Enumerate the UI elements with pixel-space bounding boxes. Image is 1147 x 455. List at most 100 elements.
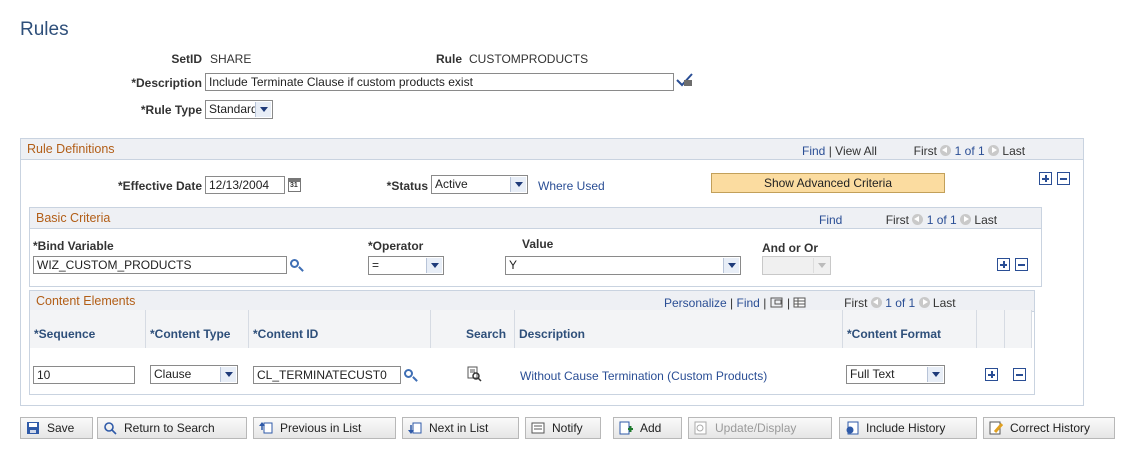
where-used-link[interactable]: Where Used xyxy=(538,179,605,193)
col-search: Search xyxy=(431,310,515,348)
show-advanced-criteria-button[interactable]: Show Advanced Criteria xyxy=(711,173,945,193)
rule-defs-viewall-link[interactable]: View All xyxy=(835,144,877,158)
operator-label: *Operator xyxy=(368,239,424,253)
chevron-down-icon xyxy=(220,367,236,382)
previous-in-list-label: Previous in List xyxy=(280,421,362,435)
correct-history-icon xyxy=(989,421,1003,435)
col-content-format-label: *Content Format xyxy=(847,327,941,341)
col-content-type: *Content Type xyxy=(146,310,249,348)
include-history-button[interactable]: Include History xyxy=(839,417,977,439)
bind-variable-label: *Bind Variable xyxy=(33,239,114,253)
operator-select[interactable]: = xyxy=(368,256,444,275)
correct-history-button[interactable]: Correct History xyxy=(983,417,1115,439)
next-list-icon xyxy=(408,422,422,434)
notify-button[interactable]: Notify xyxy=(525,417,601,439)
basic-nav: Find First 1 of 1 Last xyxy=(819,213,997,227)
rule-defs-count: 1 of 1 xyxy=(954,144,985,158)
lookup-icon[interactable] xyxy=(290,259,299,268)
delete-row-icon[interactable] xyxy=(1015,258,1028,271)
chevron-down-icon xyxy=(510,177,526,192)
content-type-value: Clause xyxy=(154,367,192,381)
content-find-link[interactable]: Find xyxy=(737,296,760,310)
content-last: Last xyxy=(932,296,956,310)
ruletype-select[interactable]: Standard xyxy=(205,100,273,119)
status-value: Active xyxy=(435,177,468,191)
notify-icon xyxy=(531,422,545,434)
status-select[interactable]: Active xyxy=(431,175,528,194)
correct-history-label: Correct History xyxy=(1010,421,1091,435)
effective-date-input[interactable] xyxy=(205,176,285,194)
page-title: Rules xyxy=(20,19,69,40)
nav-separator: | xyxy=(828,144,832,158)
save-button[interactable]: Save xyxy=(20,417,93,439)
col-add xyxy=(977,310,1005,348)
content-count: 1 of 1 xyxy=(885,296,916,310)
update-display-label: Update/Display xyxy=(715,421,797,435)
value-select[interactable]: Y xyxy=(505,256,741,275)
content-id-input[interactable] xyxy=(253,366,401,384)
rule-defs-last: Last xyxy=(1002,144,1026,158)
save-label: Save xyxy=(47,421,75,435)
content-description-link[interactable]: Without Cause Termination (Custom Produc… xyxy=(520,369,767,383)
description-input[interactable] xyxy=(205,73,674,91)
chevron-down-icon xyxy=(255,102,271,117)
grid-view-icon[interactable] xyxy=(793,297,807,309)
prev-icon[interactable] xyxy=(870,297,882,308)
search-document-icon[interactable] xyxy=(466,366,482,382)
prev-icon[interactable] xyxy=(940,145,952,156)
setid-label: SetID xyxy=(171,52,202,66)
rule-defs-find-link[interactable]: Find xyxy=(802,144,825,158)
col-content-type-label: *Content Type xyxy=(150,327,231,341)
rule-defs-first: First xyxy=(913,144,937,158)
nav-separator: | xyxy=(763,296,767,310)
delete-row-icon[interactable] xyxy=(1013,368,1026,381)
previous-in-list-button[interactable]: Previous in List xyxy=(253,417,396,439)
col-delete xyxy=(1005,310,1032,348)
chevron-down-icon xyxy=(426,258,442,273)
return-search-icon xyxy=(104,422,117,435)
add-button[interactable]: Add xyxy=(613,417,682,439)
content-format-select[interactable]: Full Text xyxy=(846,365,945,384)
description-label: *Description xyxy=(131,76,202,90)
col-content-id: *Content ID xyxy=(249,310,431,348)
spellcheck-icon[interactable] xyxy=(675,71,695,89)
add-row-icon[interactable] xyxy=(1039,172,1052,185)
add-row-icon[interactable] xyxy=(997,258,1010,271)
col-content-format: *Content Format xyxy=(843,310,977,348)
bind-variable-input[interactable] xyxy=(33,256,287,274)
nav-separator: | xyxy=(730,296,734,310)
next-icon[interactable] xyxy=(988,145,1000,156)
update-display-icon xyxy=(694,421,707,435)
content-type-select[interactable]: Clause xyxy=(150,365,238,384)
return-to-search-button[interactable]: Return to Search xyxy=(97,417,247,439)
personalize-link[interactable]: Personalize xyxy=(664,296,727,310)
lookup-icon[interactable] xyxy=(404,369,413,378)
chevron-down-icon xyxy=(927,367,943,382)
setid-value: SHARE xyxy=(210,52,252,66)
next-icon[interactable] xyxy=(918,297,930,308)
next-icon[interactable] xyxy=(960,214,972,225)
include-history-label: Include History xyxy=(866,421,946,435)
notify-label: Notify xyxy=(552,421,583,435)
content-format-value: Full Text xyxy=(850,367,895,381)
delete-row-icon[interactable] xyxy=(1057,172,1070,185)
basic-last: Last xyxy=(974,213,998,227)
save-icon xyxy=(27,422,39,434)
and-or-label: And or Or xyxy=(762,241,818,255)
col-content-id-label: *Content ID xyxy=(253,327,319,341)
value-value: Y xyxy=(509,258,518,272)
calendar-icon[interactable] xyxy=(288,178,301,192)
status-label: *Status xyxy=(386,179,428,193)
add-row-icon[interactable] xyxy=(985,368,998,381)
prev-icon[interactable] xyxy=(912,214,924,225)
content-first: First xyxy=(844,296,868,310)
chevron-down-icon xyxy=(723,258,739,273)
chevron-down-icon xyxy=(813,258,829,273)
nav-separator: | xyxy=(787,296,791,310)
next-in-list-button[interactable]: Next in List xyxy=(402,417,519,439)
col-sequence-label: *Sequence xyxy=(34,327,96,341)
basic-find-link[interactable]: Find xyxy=(819,213,842,227)
new-window-icon[interactable] xyxy=(770,297,784,309)
col-description: Description xyxy=(515,310,843,348)
sequence-input[interactable] xyxy=(33,366,135,384)
